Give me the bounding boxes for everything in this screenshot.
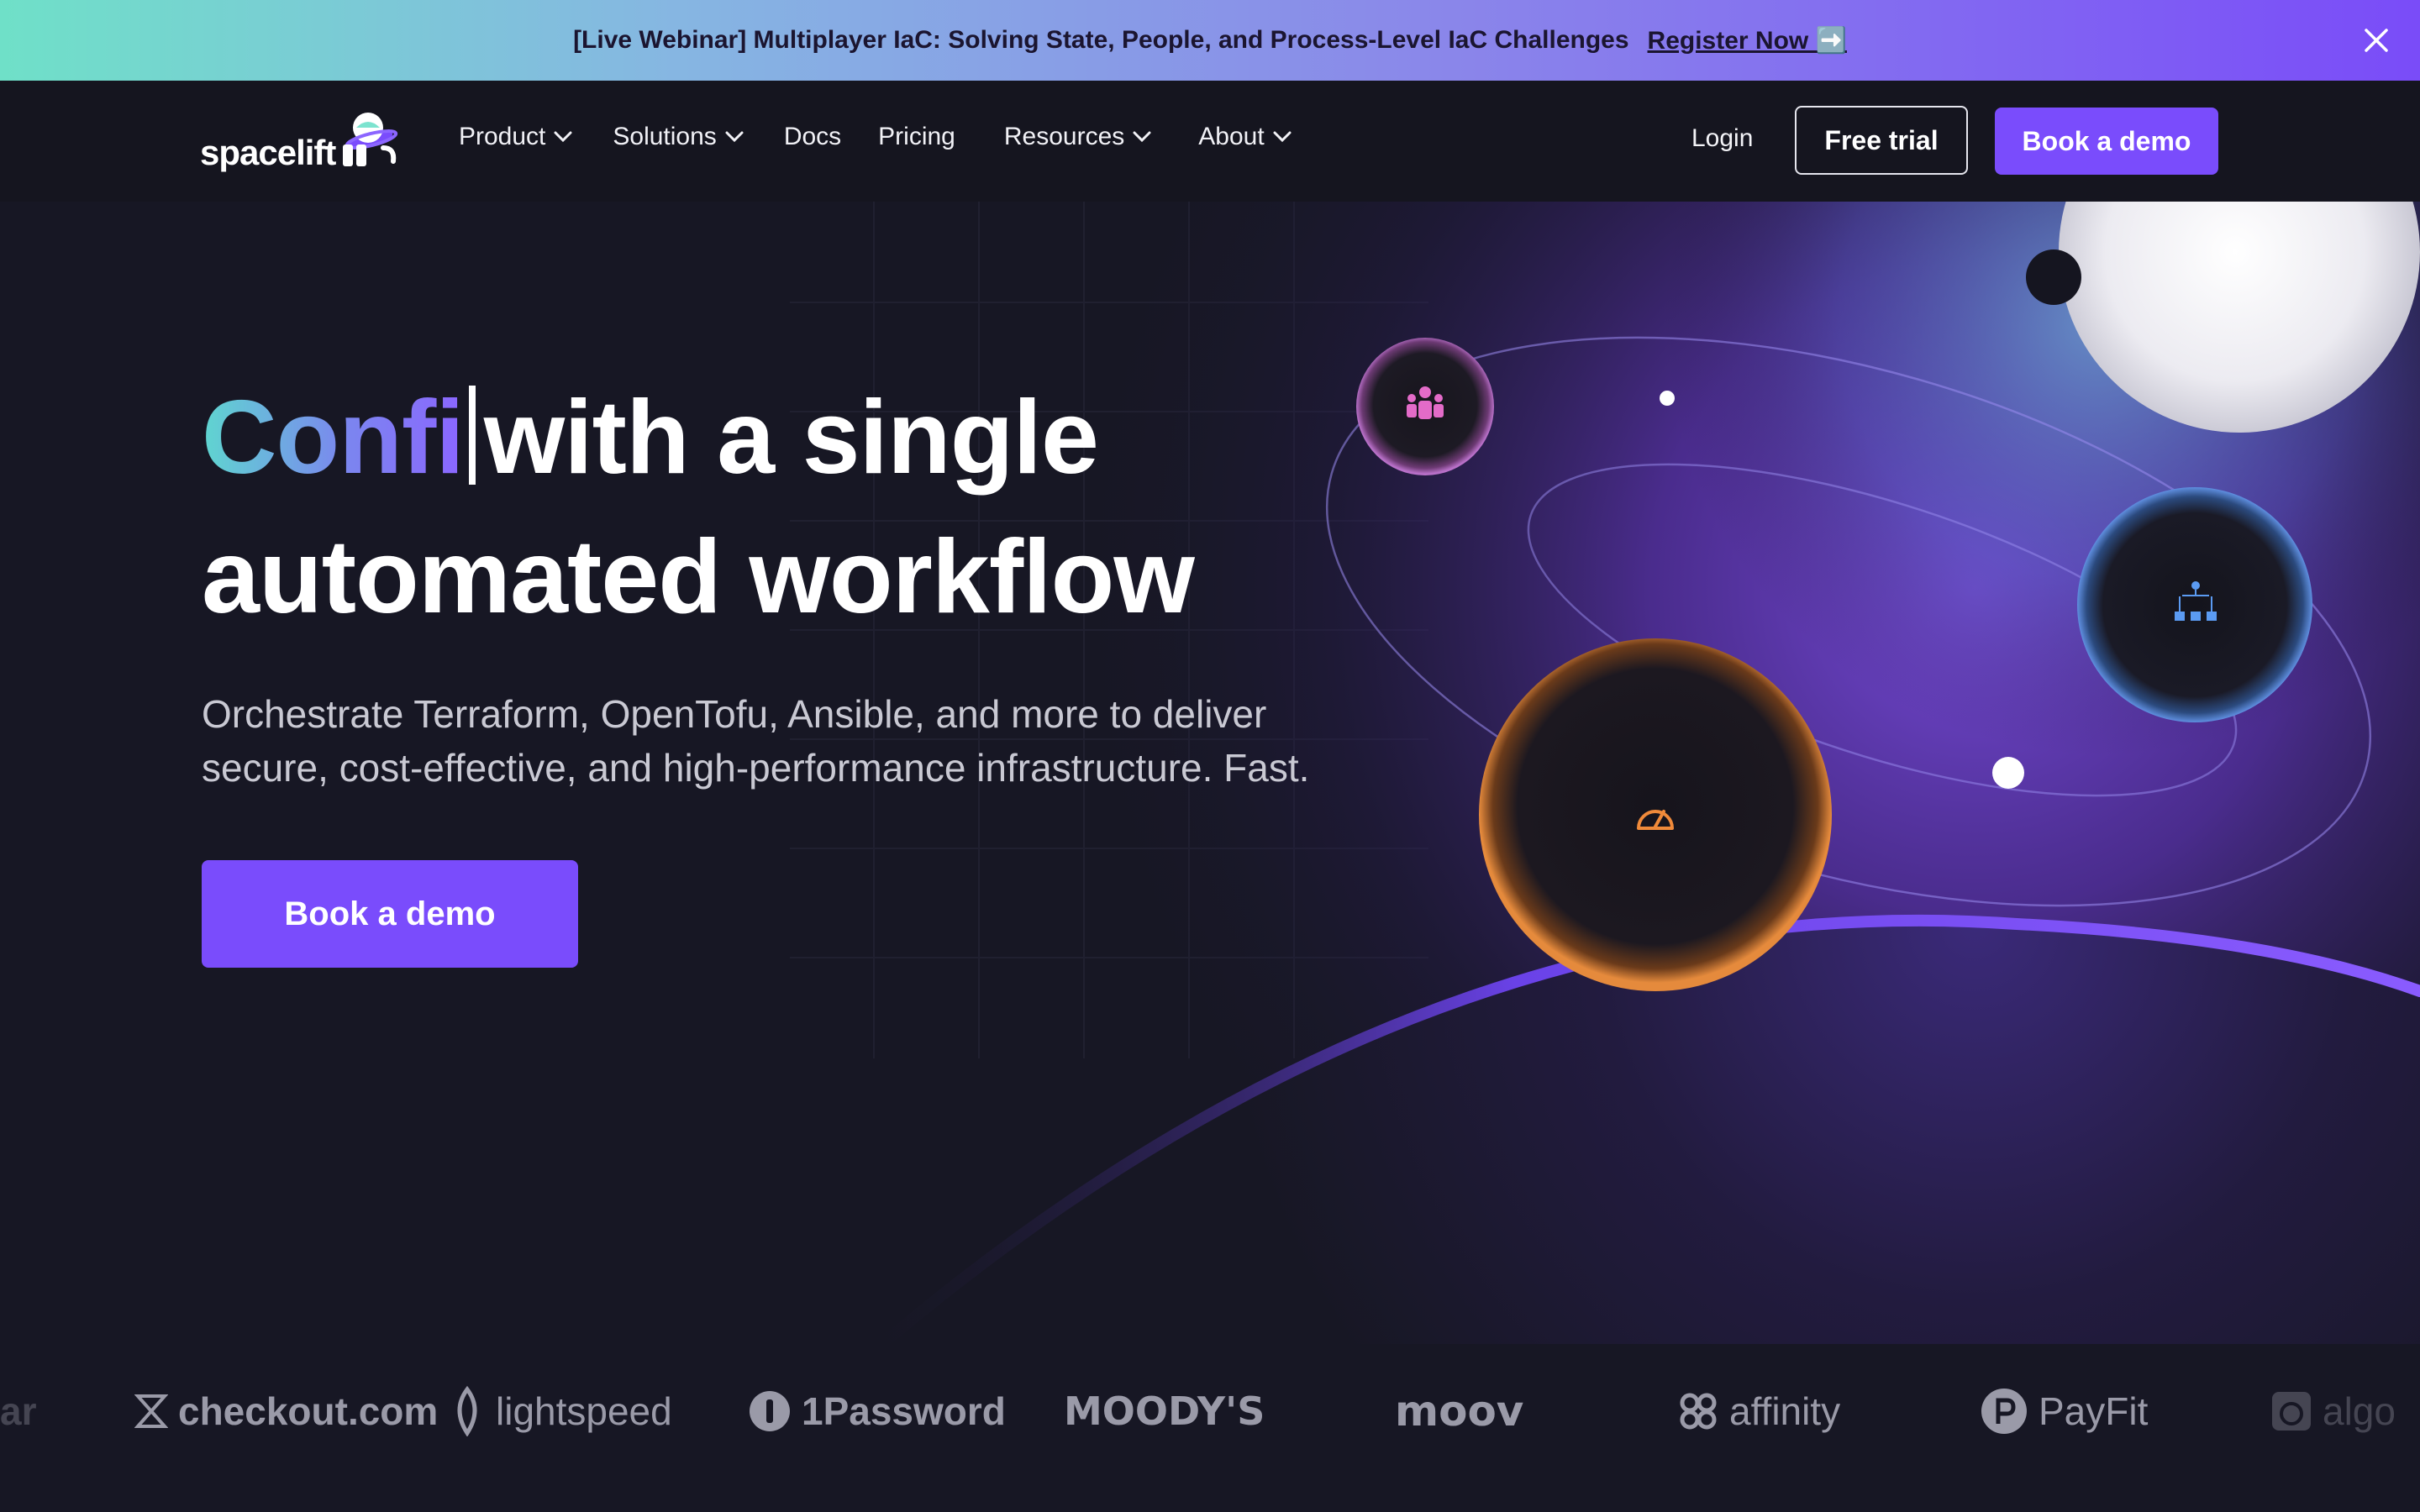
hero-headline: Confi with a single automated workflow bbox=[202, 368, 1462, 647]
close-icon[interactable] bbox=[2360, 24, 2393, 57]
customer-logo: ar bbox=[0, 1389, 37, 1433]
nav-item-solutions[interactable]: Solutions bbox=[613, 123, 744, 151]
free-trial-button[interactable]: Free trial bbox=[1795, 106, 1968, 175]
chevron-down-icon bbox=[1273, 131, 1292, 143]
customer-logo: affinity bbox=[1677, 1386, 1840, 1436]
customer-logo: 1Password bbox=[748, 1386, 1006, 1436]
customer-logos-strip: ar checkout.com lightspeed 1Password MOO… bbox=[0, 1361, 2420, 1462]
chevron-down-icon bbox=[554, 131, 572, 143]
book-demo-hero-button[interactable]: Book a demo bbox=[202, 860, 578, 968]
customer-logo: PayFit bbox=[1980, 1386, 2148, 1436]
nav-item-about[interactable]: About bbox=[1198, 123, 1292, 151]
book-demo-nav-button[interactable]: Book a demo bbox=[1995, 108, 2218, 175]
orange-planet bbox=[1479, 638, 1832, 991]
logo-wordmark: spacelift bbox=[200, 133, 336, 172]
blue-planet bbox=[2077, 487, 2312, 722]
astronaut-logo-icon bbox=[343, 113, 398, 166]
main-menu: Product Solutions Docs Pricing Resources… bbox=[459, 123, 1332, 151]
headline-line2: automated workflow bbox=[202, 519, 1195, 635]
affinity-icon bbox=[1680, 1393, 1717, 1430]
register-now-link[interactable]: Register Now ➡️ bbox=[1648, 26, 1847, 55]
payfit-icon bbox=[1981, 1389, 2027, 1434]
headline-typed-word: Confi bbox=[202, 380, 465, 496]
customer-logo: moov bbox=[1395, 1387, 1524, 1436]
nav-item-product[interactable]: Product bbox=[459, 123, 572, 151]
checkout-icon bbox=[134, 1394, 168, 1428]
typing-caret bbox=[468, 386, 476, 485]
customer-logo: algo bbox=[2270, 1386, 2396, 1436]
nav-item-docs[interactable]: Docs bbox=[784, 123, 841, 151]
lightspeed-icon bbox=[457, 1386, 477, 1436]
page: [Live Webinar] Multiplayer IaC: Solving … bbox=[0, 0, 2420, 1512]
customer-logo: lightspeed bbox=[449, 1386, 672, 1436]
small-dark-moon bbox=[2026, 249, 2081, 305]
announcement-banner: [Live Webinar] Multiplayer IaC: Solving … bbox=[0, 0, 2420, 81]
chevron-down-icon bbox=[1133, 131, 1151, 143]
customer-logo: checkout.com bbox=[134, 1386, 438, 1436]
spacelift-logo[interactable]: spacelift bbox=[200, 106, 410, 173]
hero-subtitle: Orchestrate Terraform, OpenTofu, Ansible… bbox=[202, 692, 1310, 790]
chevron-down-icon bbox=[725, 131, 744, 143]
nav-item-pricing[interactable]: Pricing bbox=[878, 123, 955, 151]
nav-item-resources[interactable]: Resources bbox=[1004, 123, 1151, 151]
onepassword-icon bbox=[750, 1391, 790, 1431]
banner-text: [Live Webinar] Multiplayer IaC: Solving … bbox=[573, 26, 1629, 54]
login-link[interactable]: Login bbox=[1691, 124, 1753, 153]
headline-line1: with a single bbox=[483, 380, 1099, 496]
algo-icon bbox=[2272, 1392, 2311, 1431]
customer-logo: MOODY'S bbox=[1064, 1389, 1265, 1434]
